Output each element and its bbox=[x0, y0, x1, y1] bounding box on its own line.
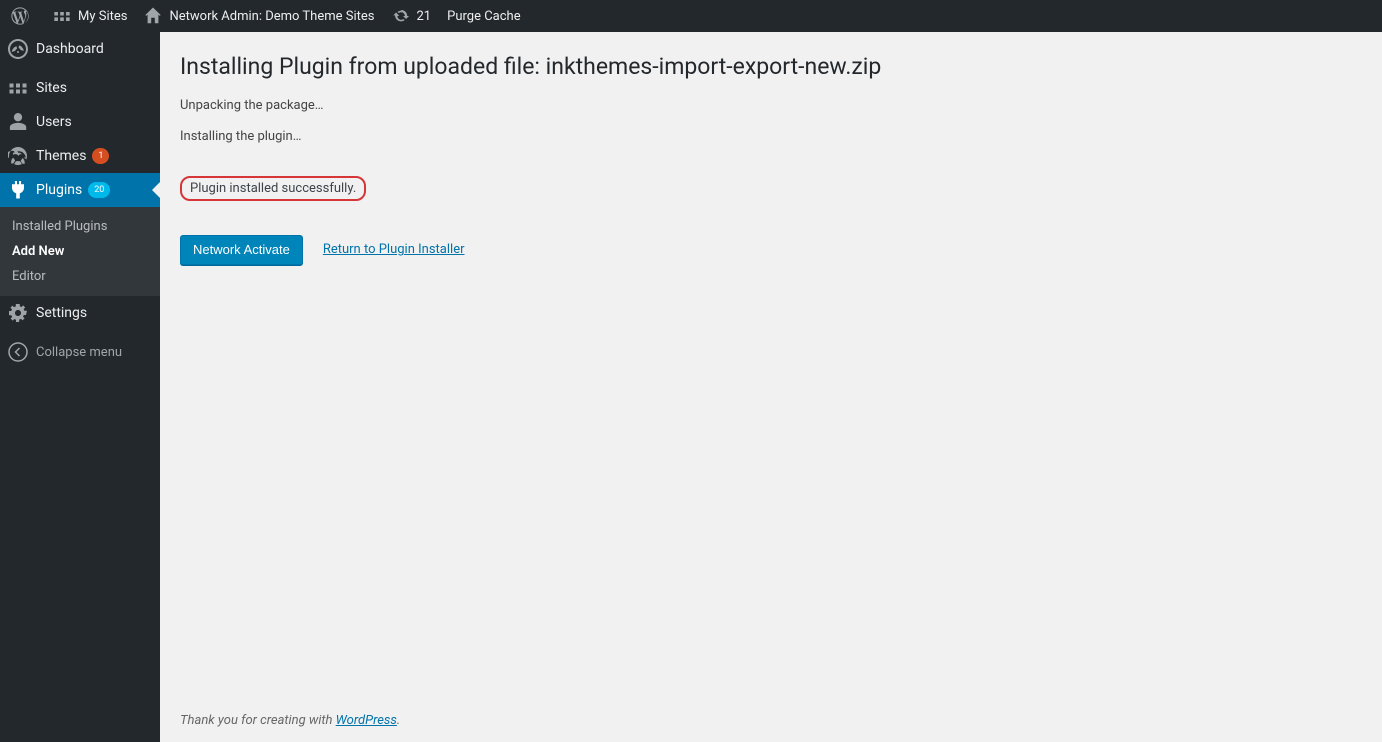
plugins-count-badge: 20 bbox=[88, 182, 110, 198]
sidebar-item-label: Plugins bbox=[36, 182, 82, 198]
update-icon bbox=[391, 6, 411, 26]
status-success: Plugin installed successfully. bbox=[180, 176, 366, 201]
sidebar-item-label: Sites bbox=[36, 80, 67, 96]
sidebar-item-settings[interactable]: Settings bbox=[0, 296, 160, 330]
return-link[interactable]: Return to Plugin Installer bbox=[323, 242, 465, 257]
sidebar: Dashboard Sites Users Themes 1 Plugins 2… bbox=[0, 32, 160, 742]
collapse-icon bbox=[8, 342, 28, 362]
settings-icon bbox=[8, 303, 28, 323]
submenu-editor[interactable]: Editor bbox=[0, 264, 160, 289]
sidebar-item-label: Themes bbox=[36, 148, 86, 164]
adminbar-network-label: Network Admin: Demo Theme Sites bbox=[169, 9, 374, 24]
main-content: Installing Plugin from uploaded file: in… bbox=[160, 32, 1382, 742]
footer-link[interactable]: WordPress bbox=[336, 713, 397, 728]
page-title: Installing Plugin from uploaded file: in… bbox=[180, 52, 1362, 82]
adminbar-updates[interactable]: 21 bbox=[383, 0, 440, 32]
multisite-icon bbox=[8, 78, 28, 98]
sidebar-collapse[interactable]: Collapse menu bbox=[0, 335, 160, 369]
sidebar-item-label: Users bbox=[36, 114, 72, 130]
submenu-installed-plugins[interactable]: Installed Plugins bbox=[0, 214, 160, 239]
multisite-icon bbox=[52, 6, 72, 26]
sidebar-item-label: Collapse menu bbox=[36, 345, 122, 360]
dashboard-icon bbox=[8, 39, 28, 59]
adminbar-network[interactable]: Network Admin: Demo Theme Sites bbox=[135, 0, 382, 32]
adminbar-purge-label: Purge Cache bbox=[447, 9, 520, 24]
themes-count-badge: 1 bbox=[92, 148, 109, 164]
status-unpacking: Unpacking the package… bbox=[180, 98, 1362, 113]
status-installing: Installing the plugin… bbox=[180, 129, 1362, 144]
sidebar-item-plugins[interactable]: Plugins 20 bbox=[0, 173, 160, 207]
adminbar-my-sites[interactable]: My Sites bbox=[44, 0, 135, 32]
sidebar-item-users[interactable]: Users bbox=[0, 105, 160, 139]
admin-bar: My Sites Network Admin: Demo Theme Sites… bbox=[0, 0, 1382, 32]
sidebar-item-label: Dashboard bbox=[36, 41, 104, 57]
sidebar-item-dashboard[interactable]: Dashboard bbox=[0, 32, 160, 66]
sidebar-item-themes[interactable]: Themes 1 bbox=[0, 139, 160, 173]
appearance-icon bbox=[8, 146, 28, 166]
footer: Thank you for creating with WordPress. bbox=[180, 713, 400, 728]
sidebar-item-sites[interactable]: Sites bbox=[0, 71, 160, 105]
adminbar-updates-count: 21 bbox=[417, 9, 432, 24]
actions-row: Network Activate Return to Plugin Instal… bbox=[180, 235, 1362, 265]
plugins-icon bbox=[8, 180, 28, 200]
submenu-add-new[interactable]: Add New bbox=[0, 239, 160, 264]
home-icon bbox=[143, 6, 163, 26]
footer-period: . bbox=[397, 713, 400, 728]
network-activate-button[interactable]: Network Activate bbox=[180, 235, 303, 265]
sidebar-item-label: Settings bbox=[36, 305, 87, 321]
footer-text: Thank you for creating with bbox=[180, 713, 336, 728]
adminbar-my-sites-label: My Sites bbox=[78, 9, 127, 24]
adminbar-purge-cache[interactable]: Purge Cache bbox=[439, 0, 528, 32]
wordpress-icon bbox=[10, 6, 30, 26]
users-icon bbox=[8, 112, 28, 132]
adminbar-wp-logo[interactable] bbox=[6, 0, 44, 32]
sidebar-submenu-plugins: Installed Plugins Add New Editor bbox=[0, 207, 160, 296]
